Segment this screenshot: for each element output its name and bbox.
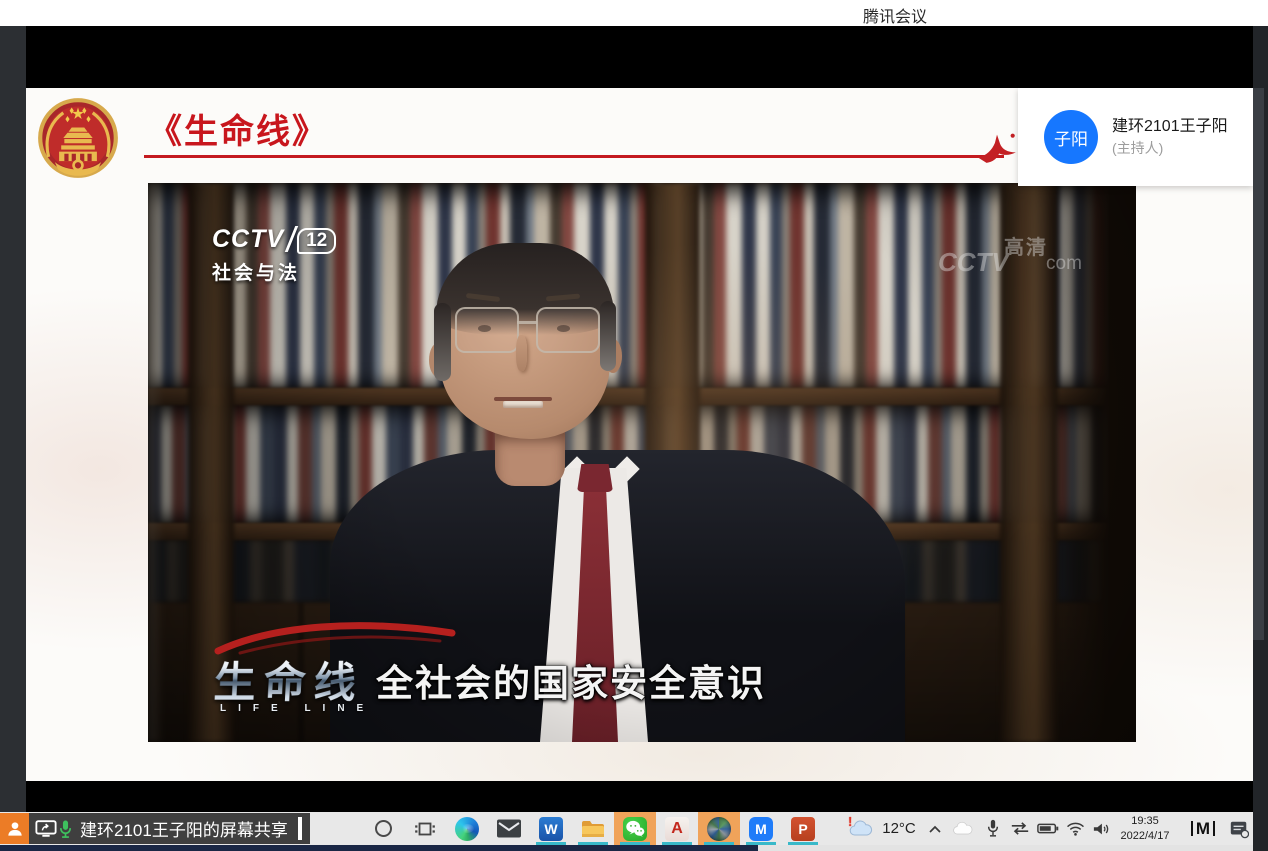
m-logo-icon: M	[1191, 821, 1215, 836]
program-logo-chinese: 生命线	[212, 649, 365, 710]
running-indicator	[662, 842, 692, 845]
wechat-icon	[623, 817, 647, 841]
task-view-icon	[414, 818, 436, 840]
tray-microphone-icon	[986, 819, 1000, 838]
shared-slide: 《生命线》	[26, 88, 1253, 781]
share-banner-handle[interactable]	[298, 817, 302, 840]
meeting-window-titlebar: 腾讯会议	[0, 0, 1268, 26]
tray-volume-button[interactable]	[1088, 812, 1114, 845]
battery-icon	[1037, 822, 1059, 835]
tray-temperature[interactable]: 12°C	[876, 812, 922, 845]
program-logo-english: LIFE LINE	[220, 703, 375, 714]
shared-screen-bottom-letterbox	[26, 781, 1253, 812]
screen-share-indicator[interactable]: 建环2101王子阳的屏幕共享	[0, 813, 310, 844]
mail-icon	[497, 819, 521, 838]
weather-cloud-icon	[849, 820, 873, 838]
china-national-emblem-icon	[36, 96, 120, 180]
tray-weather-button[interactable]: !	[846, 812, 876, 845]
taskbar-app-icons: W A	[362, 812, 824, 845]
taskbar-icon-document-a[interactable]: A	[656, 812, 698, 845]
microphone-on-icon	[57, 818, 74, 840]
wifi-icon	[1066, 821, 1085, 836]
notification-center-button[interactable]	[1224, 812, 1254, 845]
tray-sync-button[interactable]	[1006, 812, 1034, 845]
slide-title: 《生命线》	[148, 104, 328, 153]
channel-number-badge: 12	[297, 228, 336, 254]
onedrive-cloud-icon	[952, 821, 974, 836]
running-indicator	[704, 842, 734, 845]
screen-share-icon	[35, 819, 57, 838]
weather-alert-badge: !	[848, 814, 852, 829]
taskbar-icon-cortana[interactable]	[362, 812, 404, 845]
file-explorer-icon	[581, 819, 605, 839]
video-caption: 全社会的国家安全意识	[376, 653, 766, 707]
red-flourish-icon	[974, 122, 1020, 164]
cortana-icon	[375, 820, 392, 837]
tray-onedrive-button[interactable]	[948, 812, 978, 845]
watermark-cctv: CCTV	[938, 247, 1009, 278]
tray-clock[interactable]: 19:35 2022/4/17	[1114, 812, 1176, 845]
channel-name: 社会与法	[212, 258, 336, 285]
title-underline	[144, 155, 1004, 158]
watermark-com: com	[1046, 253, 1082, 275]
participant-name: 建环2101王子阳	[1112, 112, 1246, 136]
running-indicator	[578, 842, 608, 845]
running-indicator	[536, 842, 566, 845]
running-indicator	[746, 842, 776, 845]
taskbar-icon-edge[interactable]	[446, 812, 488, 845]
bottom-window-edge	[0, 845, 1268, 851]
tray-microphone-button[interactable]	[980, 812, 1006, 845]
document-a-icon: A	[665, 817, 689, 841]
taskbar-icon-powerpoint[interactable]: P	[782, 812, 824, 845]
participant-panel[interactable]: 子阳 建环2101王子阳 (主持人)	[1018, 88, 1253, 186]
sync-arrows-icon	[1010, 821, 1030, 836]
share-banner[interactable]: 建环2101王子阳的屏幕共享	[29, 813, 310, 844]
person-icon	[5, 819, 25, 839]
right-scrollbar[interactable]	[1253, 88, 1264, 640]
taskbar-icon-task-view[interactable]	[404, 812, 446, 845]
taskbar-icon-mail[interactable]	[488, 812, 530, 845]
taskbar-icon-browser-globe[interactable]	[698, 812, 740, 845]
screen: 腾讯会议	[0, 0, 1268, 851]
clock-date: 2022/4/17	[1121, 829, 1170, 843]
tencent-meeting-icon: M	[749, 817, 773, 841]
share-banner-label: 建环2101王子阳的屏幕共享	[80, 816, 288, 841]
chevron-up-icon	[928, 824, 942, 834]
tray-network-button[interactable]	[1062, 812, 1088, 845]
cctv12-channel-logo: CCTV 12 社会与法	[212, 225, 336, 285]
tray-m-app-button[interactable]: M	[1186, 812, 1220, 845]
participant-avatar: 子阳	[1044, 110, 1098, 164]
clock-time: 19:35	[1131, 814, 1159, 828]
meeting-window-title: 腾讯会议	[820, 3, 970, 27]
watermark-hd: 高清	[1004, 231, 1048, 260]
left-dark-rail	[0, 26, 26, 812]
tray-battery-button[interactable]	[1034, 812, 1062, 845]
cctv-wordmark: CCTV	[212, 225, 284, 253]
globe-icon	[707, 817, 731, 841]
word-icon: W	[539, 817, 563, 841]
participant-list-button[interactable]	[0, 813, 29, 844]
taskbar-icon-word[interactable]: W	[530, 812, 572, 845]
running-indicator	[788, 842, 818, 845]
taskbar-icon-tencent-meeting[interactable]: M	[740, 812, 782, 845]
cctv-hd-watermark: CCTV 高清 com	[938, 231, 1108, 281]
speaker-icon	[1092, 821, 1110, 837]
participant-role-badge: (主持人)	[1112, 138, 1163, 158]
edge-browser-icon	[455, 817, 479, 841]
embedded-video-player: CCTV 12 社会与法 CCTV 高清 com 生命线 LIFE LINE 全社…	[148, 183, 1136, 742]
shared-screen-top-letterbox	[26, 26, 1253, 88]
powerpoint-icon: P	[791, 817, 815, 841]
taskbar-icon-file-explorer[interactable]	[572, 812, 614, 845]
notification-center-icon	[1229, 819, 1249, 839]
taskbar-icon-wechat[interactable]	[614, 812, 656, 845]
tray-hidden-icons-button[interactable]	[922, 812, 948, 845]
running-indicator	[620, 842, 650, 845]
